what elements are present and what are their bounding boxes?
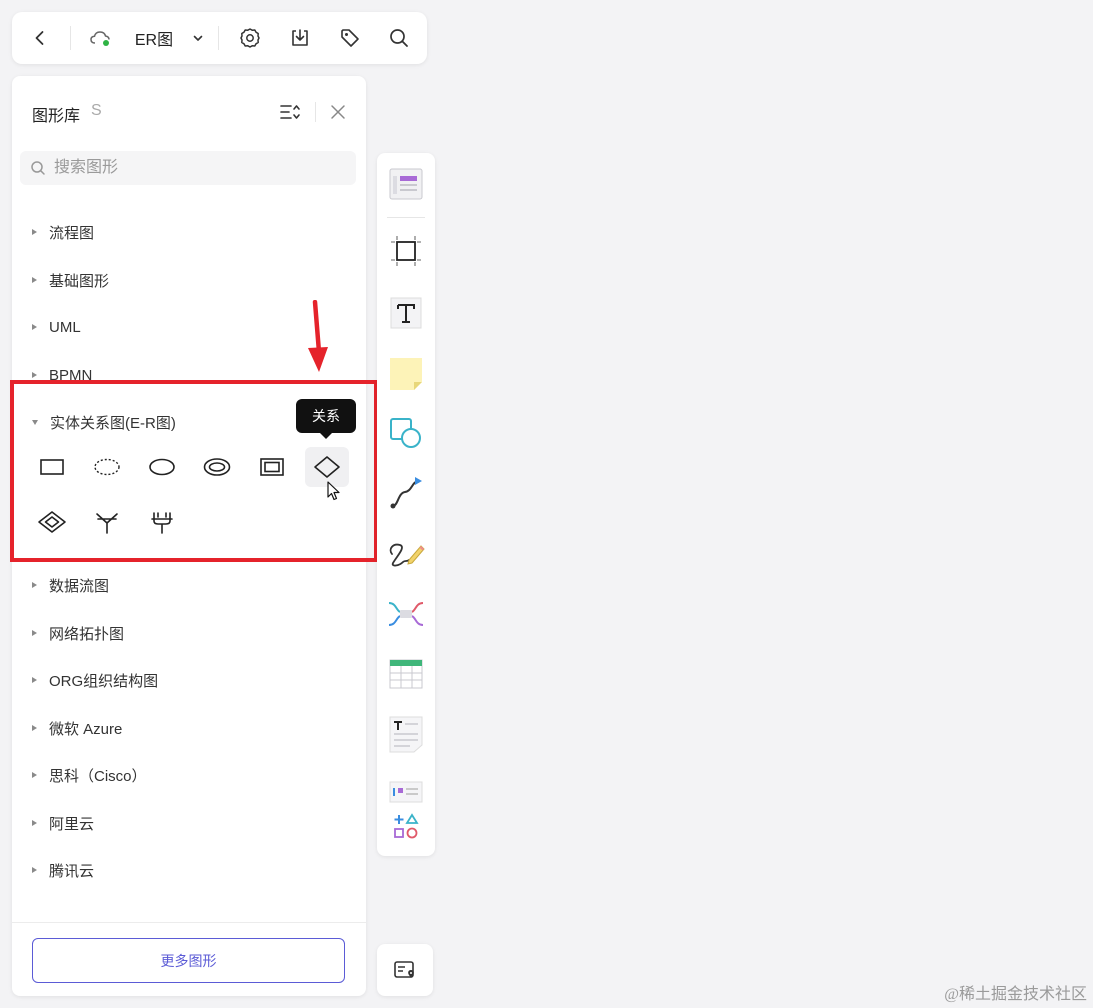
category-tencent-cloud[interactable]: 腾讯云	[32, 860, 94, 880]
category-uml[interactable]: UML	[32, 317, 81, 337]
category-label: 腾讯云	[49, 862, 95, 880]
chevron-down-icon[interactable]	[188, 12, 208, 64]
category-label: 阿里云	[49, 815, 95, 833]
category-network-topology[interactable]: 网络拓扑图	[32, 623, 124, 643]
caret-right-icon	[32, 229, 37, 235]
category-basic-shapes[interactable]: 基础图形	[32, 270, 109, 290]
frame-icon[interactable]	[386, 231, 426, 271]
settings-icon[interactable]	[234, 12, 266, 64]
search-icon	[30, 160, 46, 181]
mindmap-icon[interactable]	[386, 594, 426, 634]
sort-icon[interactable]	[278, 100, 302, 129]
category-label: 微软 Azure	[49, 720, 123, 738]
caret-right-icon	[32, 277, 37, 283]
back-icon[interactable]	[24, 12, 56, 64]
category-cisco[interactable]: 思科（Cisco）	[32, 765, 147, 785]
sticky-note-icon[interactable]	[386, 353, 426, 393]
table-icon[interactable]	[386, 654, 426, 694]
category-label: 基础图形	[49, 272, 110, 290]
caret-right-icon	[32, 372, 37, 378]
download-icon[interactable]	[284, 12, 316, 64]
annotation-arrow-icon	[305, 299, 331, 379]
annotation-highlight-box	[10, 380, 378, 562]
card-icon[interactable]	[386, 771, 426, 811]
shapes-icon[interactable]	[386, 413, 426, 453]
watermark-text: @稀土掘金技术社区	[944, 986, 1087, 1003]
caret-right-icon	[32, 867, 37, 873]
category-aliyun[interactable]: 阿里云	[32, 813, 94, 833]
tag-icon[interactable]	[334, 12, 366, 64]
more-shapes-button[interactable]: 更多图形	[32, 938, 345, 983]
text-icon[interactable]	[386, 293, 426, 333]
search-box	[20, 151, 356, 185]
caret-right-icon	[32, 725, 37, 731]
minimap-button[interactable]	[377, 944, 433, 996]
connector-icon[interactable]	[386, 473, 426, 513]
category-label: 流程图	[49, 224, 95, 242]
close-icon[interactable]	[328, 102, 348, 127]
category-label: ORG组织结构图	[49, 672, 159, 690]
category-label: 思科（Cisco）	[49, 767, 147, 785]
caret-right-icon	[32, 582, 37, 588]
search-input[interactable]	[54, 151, 344, 185]
top-bar: ER图	[12, 12, 427, 64]
vertical-toolbar	[377, 153, 435, 856]
more-shapes-icon[interactable]	[386, 807, 426, 847]
category-data-flow[interactable]: 数据流图	[32, 575, 109, 595]
category-label: UML	[49, 318, 81, 336]
category-flowchart[interactable]: 流程图	[32, 222, 94, 242]
caret-right-icon	[32, 772, 37, 778]
category-label: 数据流图	[49, 577, 110, 595]
caret-right-icon	[32, 324, 37, 330]
caret-right-icon	[32, 630, 37, 636]
category-azure[interactable]: 微软 Azure	[32, 718, 122, 738]
text-block-icon[interactable]	[386, 714, 426, 754]
search-icon[interactable]	[383, 12, 415, 64]
pen-icon[interactable]	[386, 534, 426, 574]
caret-right-icon	[32, 677, 37, 683]
cloud-sync-icon	[86, 12, 116, 64]
category-org-chart[interactable]: ORG组织结构图	[32, 670, 158, 690]
shortcut-hint: S	[91, 102, 102, 119]
caret-right-icon	[32, 820, 37, 826]
panel-title: 图形库	[32, 108, 81, 125]
document-title[interactable]: ER图	[130, 12, 178, 64]
template-icon[interactable]	[386, 164, 426, 204]
category-label: 网络拓扑图	[49, 625, 125, 643]
